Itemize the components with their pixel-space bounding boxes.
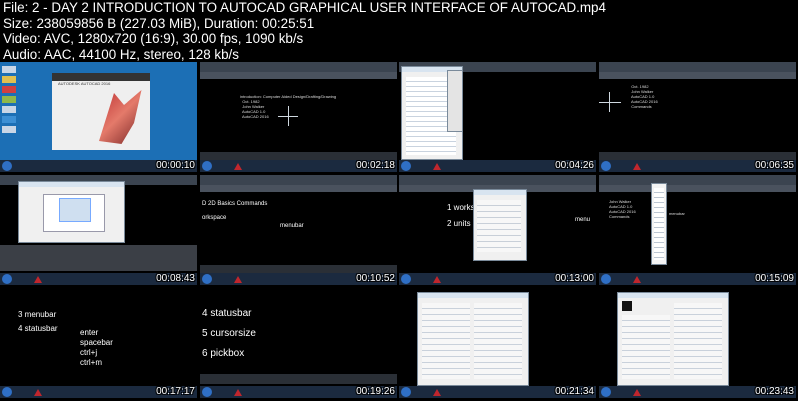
timestamp: 00:21:34 <box>555 386 594 397</box>
timestamp: 00:08:43 <box>156 273 195 284</box>
timestamp: 00:04:26 <box>555 160 594 171</box>
thumbnail-5[interactable]: 00:08:43 <box>0 175 197 285</box>
overlay-text: 1 works <box>447 203 475 212</box>
timestamp: 00:13:00 <box>555 273 594 284</box>
thumbnail-8[interactable]: John Walker AutoCAD 1.0 AutoCAD 2016 Com… <box>599 175 796 285</box>
file-line: File: 2 - DAY 2 INTRODUCTION TO AUTOCAD … <box>3 0 606 15</box>
thumbnail-9[interactable]: 3 menubar 4 statusbar enter spacebar ctr… <box>0 288 197 398</box>
thumbnail-3[interactable]: 00:04:26 <box>399 62 596 172</box>
overlay-text: 6 pickbox <box>202 348 245 359</box>
overlay-text: spacebar <box>80 338 113 347</box>
overlay-text: 2 units <box>447 219 471 228</box>
overlay-text: 4 statusbar <box>18 324 58 333</box>
overlay-text: orkspace <box>202 215 227 221</box>
splash-brand: AUTODESK AUTOCAD 2016 <box>58 81 111 86</box>
overlay-text: ctrl+m <box>80 358 102 367</box>
overlay-text: ctrl+j <box>80 348 98 357</box>
overlay-text: menubar <box>280 223 304 229</box>
thumbnail-11[interactable]: 00:21:34 <box>399 288 596 398</box>
timestamp: 00:19:26 <box>356 386 395 397</box>
audio-line: Audio: AAC, 44100 Hz, stereo, 128 kb/s <box>3 46 239 62</box>
thumbnail-4[interactable]: Oct. 1982 John Walker AutoCAD 1.0 AutoCA… <box>599 62 796 172</box>
desktop-icons <box>2 66 16 156</box>
timestamp: 00:10:52 <box>356 273 395 284</box>
overlay-text: 4 statusbar <box>202 308 252 319</box>
file-info-header: File: 2 - DAY 2 INTRODUCTION TO AUTOCAD … <box>3 0 793 62</box>
thumbnail-6[interactable]: D 2D Basics Commands orkspace menubar 00… <box>200 175 397 285</box>
overlay-text: D 2D Basics Commands <box>202 201 268 207</box>
thumbnail-1[interactable]: AUTODESK AUTOCAD 2016 00:00:10 <box>0 62 197 172</box>
thumbnail-7[interactable]: 1 works 2 units menu 00:13:00 <box>399 175 596 285</box>
overlay-text: 5 cursorsize <box>202 328 256 339</box>
overlay-text: menu <box>575 217 591 223</box>
timestamp: 00:00:10 <box>156 160 195 171</box>
thumbnail-grid: AUTODESK AUTOCAD 2016 00:00:10 introduct… <box>0 62 798 401</box>
thumbnail-2[interactable]: introduction: Computer Aided Design/Draf… <box>200 62 397 172</box>
overlay-text: 3 menubar <box>18 310 57 319</box>
thumbnail-10[interactable]: 4 statusbar 5 cursorsize 6 pickbox 00:19… <box>200 288 397 398</box>
timestamp: 00:15:09 <box>755 273 794 284</box>
video-line: Video: AVC, 1280x720 (16:9), 30.00 fps, … <box>3 31 304 46</box>
timestamp: 00:23:43 <box>755 386 794 397</box>
overlay-text: enter <box>80 328 99 337</box>
timestamp: 00:17:17 <box>156 386 195 397</box>
timestamp: 00:02:18 <box>356 160 395 171</box>
autocad-splash: AUTODESK AUTOCAD 2016 <box>52 73 150 150</box>
timestamp: 00:06:35 <box>755 160 794 171</box>
thumbnail-12[interactable]: 00:23:43 <box>599 288 796 398</box>
size-line: Size: 238059856 B (227.03 MiB), Duration… <box>3 15 315 31</box>
